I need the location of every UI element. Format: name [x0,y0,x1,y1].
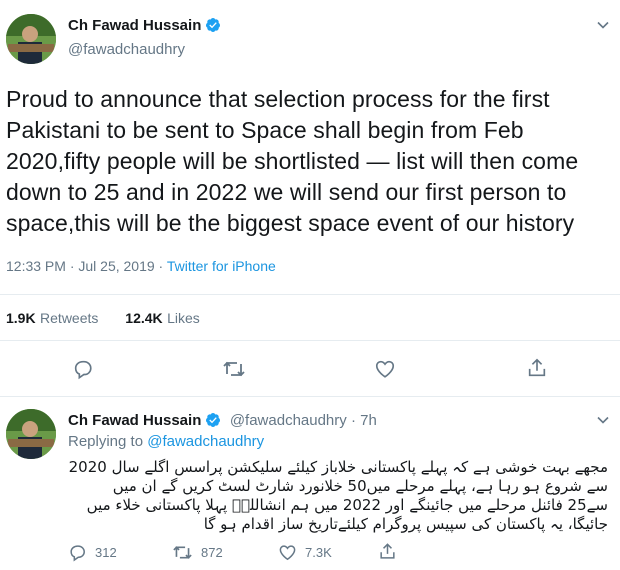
tweet-source-link[interactable]: Twitter for iPhone [167,258,276,274]
tweet-timestamp-row: 12:33 PM · Jul 25, 2019 · Twitter for iP… [6,258,276,274]
tweet-stats: 1.9K Retweets 12.4K Likes [6,310,200,328]
retweet-button[interactable]: 872 [172,543,223,562]
likes-label: Likes [167,310,200,326]
like-button[interactable]: 7.3K [278,543,332,562]
divider [0,340,620,341]
heart-icon [374,358,396,380]
share-icon [526,357,548,379]
like-button[interactable] [374,358,396,380]
author-name-row: Ch Fawad Hussain [68,17,221,38]
verified-badge-icon [205,412,221,433]
reply-button[interactable]: 312 [68,543,117,562]
tweet-text: Proud to announce that selection process… [6,86,579,236]
replying-to: Replying to @fawadchaudhry [68,433,264,450]
reply-author-row: Ch Fawad Hussain @fawadchaudhry · 7h [68,412,377,433]
reply-button[interactable] [72,358,94,380]
retweet-button[interactable] [222,358,246,380]
reply-icon [72,358,94,380]
retweets-label: Retweets [40,310,99,326]
reply-author-avatar[interactable] [6,409,56,459]
share-icon [378,542,397,561]
divider [0,294,620,295]
replying-to-label: Replying to [68,433,148,450]
reply-icon [68,543,87,562]
share-button[interactable] [526,357,548,379]
author-avatar[interactable] [6,14,56,64]
author-name[interactable]: Ch Fawad Hussain [68,17,201,34]
chevron-down-icon[interactable] [596,413,610,432]
author-handle[interactable]: @fawadchaudhry [68,41,185,58]
reply-tweet-text: مجھے بہت خوشی ہے کہ پہلے پاکستانی خلاباز… [68,458,608,533]
retweet-count: 872 [201,545,223,560]
heart-icon [278,543,297,562]
reply-author-name[interactable]: Ch Fawad Hussain [68,412,201,429]
verified-badge-icon [205,17,221,38]
retweets-stat[interactable]: 1.9K Retweets [6,310,98,327]
like-count: 7.3K [305,545,332,560]
tweet-time-date[interactable]: 12:33 PM · Jul 25, 2019 · [6,258,167,274]
retweet-icon [172,543,193,562]
share-button[interactable] [378,542,397,561]
divider [0,396,620,397]
avatar-image [6,409,56,459]
retweets-count: 1.9K [6,310,36,326]
retweet-icon [222,358,246,380]
reply-handle-time[interactable]: @fawadchaudhry · 7h [230,412,377,429]
replying-to-handle[interactable]: @fawadchaudhry [147,433,264,450]
avatar-image [6,14,56,64]
reply-count: 312 [95,545,117,560]
likes-stat[interactable]: 12.4K Likes [125,310,200,327]
chevron-down-icon[interactable] [596,18,610,37]
likes-count: 12.4K [125,310,163,326]
